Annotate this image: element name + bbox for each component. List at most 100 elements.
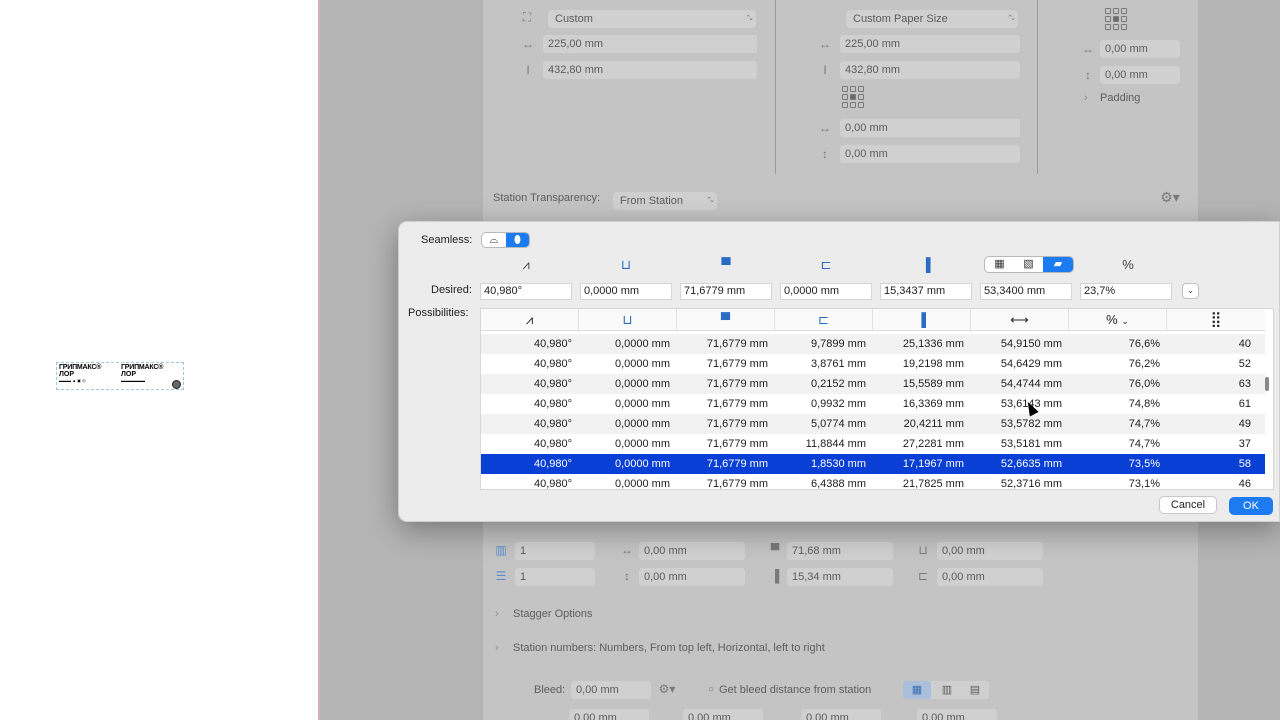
table-row[interactable]: 40,980° 0,0000 mm 71,6779 mm 3,8761 mm 19,21… [481, 354, 1265, 374]
item-width-field[interactable]: 71,68 mm [787, 542, 893, 560]
columns-field[interactable]: 1 [515, 542, 595, 560]
ok-button[interactable]: OK [1229, 497, 1273, 515]
cell-step: 0,0000 mm [614, 438, 670, 450]
right-y-field[interactable]: 0,00 mm [1100, 66, 1180, 84]
bucket-icon[interactable]: ⬮ [506, 233, 529, 247]
orientation-segment[interactable]: ▦ ▧ ▰ [984, 256, 1074, 273]
layout-mode-segment[interactable]: ▦ ▥ ▤ [903, 681, 989, 699]
scroll-thumb[interactable] [1265, 377, 1269, 391]
bottom-field-1[interactable]: 0,00 mm [569, 709, 649, 720]
chevron-down-icon[interactable]: ⌄ [1182, 283, 1199, 299]
rows-field[interactable]: 1 [515, 568, 595, 586]
bleed-field[interactable]: 0,00 mm [571, 681, 651, 699]
cancel-button[interactable]: Cancel [1159, 496, 1217, 514]
table-row[interactable]: 40,980° 0,0000 mm 71,6779 mm 11,8844 mm 27,2… [481, 434, 1265, 454]
gap-h-field[interactable]: 0,00 mm [639, 542, 745, 560]
right-x-field[interactable]: 0,00 mm [1100, 40, 1180, 58]
angle-column-icon[interactable]: ⩘ [481, 309, 579, 331]
paper-width-field[interactable]: 225,00 mm [840, 35, 1020, 53]
desired-angle-field[interactable]: 40,980° [480, 283, 572, 300]
skew-mode-icon[interactable]: ▧ [1014, 257, 1043, 272]
anchor-grid-icon[interactable] [842, 86, 864, 108]
cell-percent: 73,1% [1128, 478, 1160, 490]
desired-repeat-field[interactable]: 71,6779 mm [680, 283, 772, 300]
cell-height: 19,2198 mm [902, 358, 964, 370]
cell-height: 17,1967 mm [902, 458, 964, 470]
chevron-down-icon[interactable]: ⌄ [1121, 316, 1129, 326]
table-row[interactable]: 40,980° 0,0000 mm 71,6779 mm 6,4388 mm 21,78… [481, 474, 1265, 490]
paper-size-select[interactable]: Custom Paper Size [846, 10, 1018, 28]
margin-v-field[interactable]: 0,00 mm [937, 568, 1043, 586]
desired-gap-field[interactable]: 0,0000 mm [780, 283, 872, 300]
offset-y-field[interactable]: 0,00 mm [840, 145, 1020, 163]
desired-percent-field[interactable]: 23,7% [1080, 283, 1172, 300]
scrollbar[interactable] [1263, 309, 1271, 489]
desired-height-field[interactable]: 15,3437 mm [880, 283, 972, 300]
gap-icon: ⊏ [820, 257, 832, 272]
cell-count: 58 [1238, 458, 1251, 470]
padding-label[interactable]: Padding [1100, 91, 1140, 105]
label-preview[interactable]: ГРИПМАКС® ЛОР ▬▬▬ ▲ ▣ ◎ ГРИПМАКС® ЛОР ▬▬… [56, 362, 184, 390]
grid-count-icon[interactable]: ⣿ [1167, 309, 1265, 331]
size-select[interactable]: Custom [548, 10, 756, 28]
cell-step: 0,0000 mm [614, 338, 670, 350]
chevron-right-icon[interactable]: › [1084, 91, 1088, 105]
layout-columns-icon[interactable]: ▥ [933, 681, 961, 699]
offset-x-field[interactable]: 0,00 mm [840, 119, 1020, 137]
cell-gap: 0,2152 mm [810, 378, 866, 390]
cell-height: 21,7825 mm [902, 478, 964, 490]
desired-width-field[interactable]: 53,3400 mm [980, 283, 1072, 300]
offset-x-icon: ↔ [819, 121, 831, 135]
cell-width: 54,4744 mm [1000, 378, 1062, 390]
stagger-options[interactable]: Stagger Options [513, 607, 593, 621]
table-row[interactable]: 40,980° 0,0000 mm 71,6779 mm 1,8530 mm 17,19… [481, 454, 1265, 474]
height-icon: ▐ [921, 257, 931, 272]
layout-grid-icon[interactable]: ▦ [903, 681, 931, 699]
station-numbers[interactable]: Station numbers: Numbers, From top left,… [513, 641, 825, 655]
possibilities-table[interactable]: ⩘ ⊔ ▀ ⊏ ▐ ⟷ % ⌄ ⣿ 40,980° 0,0000 mm 71,677… [480, 308, 1274, 490]
chevron-right-icon[interactable]: › [495, 607, 499, 621]
rows-icon: ☰ [495, 569, 507, 583]
percent-column-icon[interactable]: % ⌄ [1069, 309, 1167, 331]
chevron-right-icon[interactable]: › [495, 641, 499, 655]
table-row[interactable]: 40,980° 0,0000 mm 71,6779 mm 0,9932 mm 16,33… [481, 394, 1265, 414]
repeat-column-icon[interactable]: ▀ [677, 309, 775, 331]
height-column-icon[interactable]: ▐ [873, 309, 971, 331]
checkbox[interactable]: ○ [703, 683, 719, 697]
cell-count: 61 [1238, 398, 1251, 410]
seamless-toggle[interactable]: ⌓ ⬮ [481, 232, 530, 248]
angle-icon: ⩘ [522, 257, 530, 272]
height-field[interactable]: 432,80 mm [543, 61, 757, 79]
cell-count: 40 [1238, 338, 1251, 350]
lasso-icon[interactable]: ⌓ [482, 233, 506, 247]
cell-gap: 9,7899 mm [810, 338, 866, 350]
table-row[interactable]: 40,980° 0,0000 mm 71,6779 mm 9,7899 mm 25,13… [481, 334, 1265, 354]
label-subbrand: ЛОР [59, 371, 75, 378]
bottom-field-2[interactable]: 0,00 mm [683, 709, 763, 720]
bottom-field-3[interactable]: 0,00 mm [801, 709, 881, 720]
cell-height: 20,4211 mm [903, 418, 964, 430]
step-column-icon[interactable]: ⊔ [579, 309, 677, 331]
paper-height-field[interactable]: 432,80 mm [840, 61, 1020, 79]
item-height-field[interactable]: 15,34 mm [787, 568, 893, 586]
bottom-field-4[interactable]: 0,00 mm [917, 709, 997, 720]
station-transparency-select[interactable]: From Station [613, 192, 717, 210]
gear-icon[interactable]: ⚙▾ [653, 682, 681, 696]
paper-height-icon: I [823, 63, 827, 77]
margin-h-field[interactable]: 0,00 mm [937, 542, 1043, 560]
desired-step-field[interactable]: 0,0000 mm [580, 283, 672, 300]
cell-repeat: 71,6779 mm [706, 478, 768, 490]
gear-icon[interactable]: ⚙▾ [1155, 190, 1185, 204]
cell-repeat: 71,6779 mm [706, 458, 768, 470]
width-field[interactable]: 225,00 mm [543, 35, 757, 53]
table-row[interactable]: 40,980° 0,0000 mm 71,6779 mm 5,0774 mm 20,42… [481, 414, 1265, 434]
label-brand: ГРИПМАКС® [59, 364, 102, 371]
gap-column-icon[interactable]: ⊏ [775, 309, 873, 331]
table-row[interactable]: 40,980° 0,0000 mm 71,6779 mm 0,2152 mm 15,55… [481, 374, 1265, 394]
parallelogram-mode-icon[interactable]: ▰ [1043, 257, 1073, 272]
anchor-grid-icon[interactable] [1105, 8, 1127, 30]
gap-v-field[interactable]: 0,00 mm [639, 568, 745, 586]
grid-mode-icon[interactable]: ▦ [985, 257, 1014, 272]
width-arrow-icon[interactable]: ⟷ [971, 309, 1069, 331]
layout-rows-icon[interactable]: ▤ [961, 681, 989, 699]
